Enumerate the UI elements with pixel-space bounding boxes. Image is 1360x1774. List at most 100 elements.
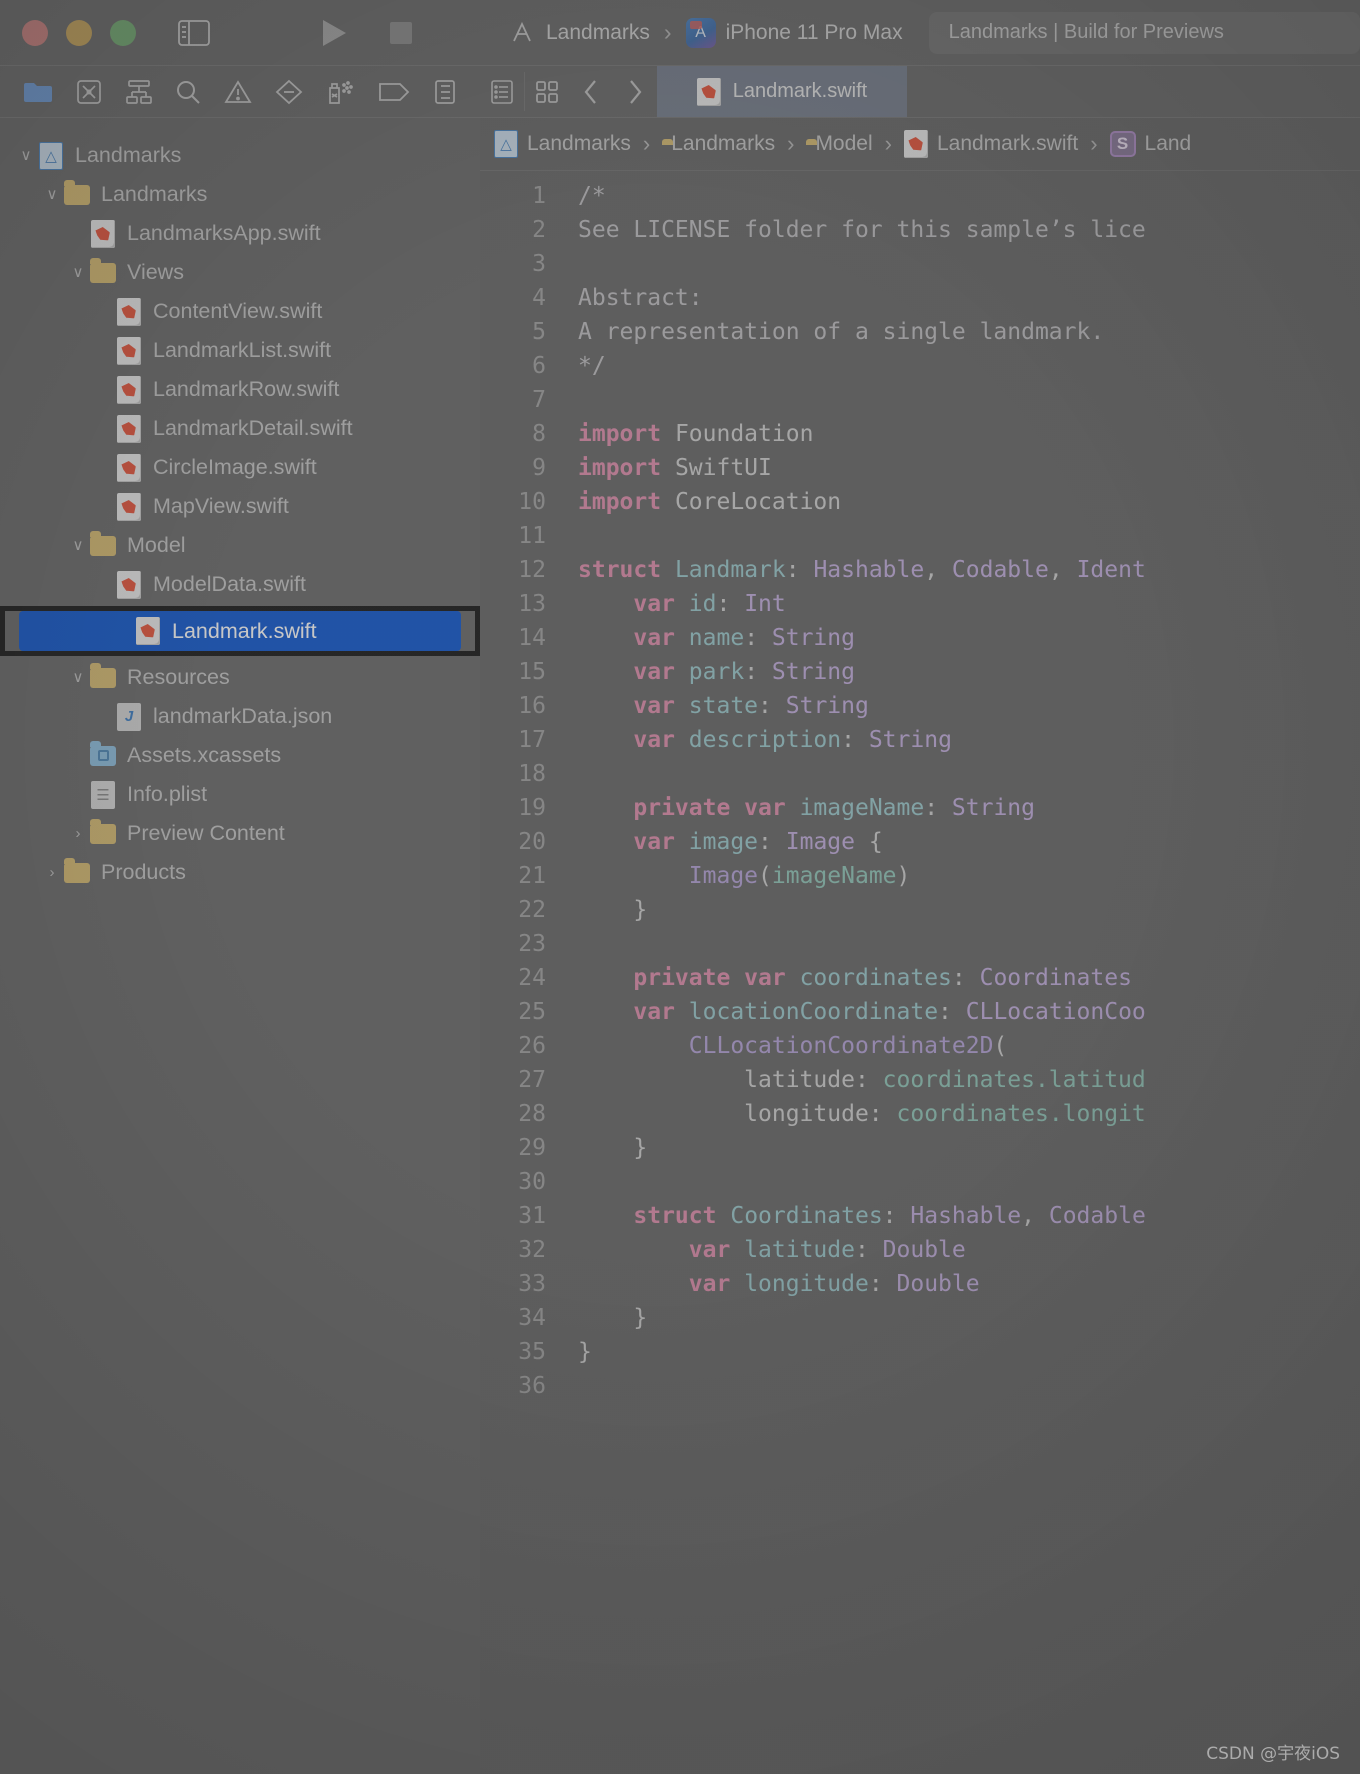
line-number: 8 [532, 421, 546, 447]
line-number: 31 [518, 1203, 546, 1229]
code-token: longitude: [578, 1101, 897, 1127]
breadcrumb-item[interactable]: △ Landmarks [494, 130, 631, 158]
scheme-name[interactable]: Landmarks [546, 21, 650, 45]
project-navigator[interactable]: ∨ △ Landmarks ∨ Landmarks LandmarksApp.swift ∨… [0, 118, 480, 1774]
disclosure-triangle-icon[interactable]: › [40, 865, 64, 880]
code-token: longitude [744, 1271, 869, 1297]
window-controls[interactable] [22, 19, 136, 46]
line-number: 36 [518, 1373, 546, 1399]
code-token: : [785, 557, 814, 583]
navigator-row-label: Landmarks [75, 143, 182, 167]
navigator-row[interactable]: › Products [0, 853, 480, 892]
navigator-row-selected[interactable]: Landmark.swift [19, 611, 461, 651]
stop-square-icon[interactable] [388, 20, 414, 46]
zoom-window-button[interactable] [110, 19, 136, 46]
issue-navigator-icon[interactable] [224, 79, 252, 105]
line-number: 28 [518, 1101, 546, 1127]
jump-bar-list-icon[interactable] [480, 66, 524, 117]
breadcrumb-item[interactable]: Landmarks [662, 132, 775, 156]
breadcrumb-item-label: Land [1144, 132, 1192, 155]
disclosure-triangle-icon[interactable]: ∨ [40, 187, 64, 202]
navigator-row[interactable]: ∨ △ Landmarks [0, 136, 480, 175]
navigator-row[interactable]: MapView.swift [0, 487, 480, 526]
code-line: A representation of a single landmark. [578, 315, 1360, 349]
scheme-separator-icon: › [663, 19, 672, 45]
assets-catalog-icon [90, 740, 116, 770]
navigator-row[interactable]: JlandmarkData.json [0, 697, 480, 736]
navigator-row-label: Info.plist [127, 782, 208, 806]
disclosure-triangle-icon[interactable]: ∨ [14, 148, 38, 163]
navigator-row[interactable]: LandmarkDetail.swift [0, 409, 480, 448]
breadcrumb-item[interactable]: S Land [1109, 131, 1192, 157]
disclosure-triangle-icon[interactable]: ∨ [66, 670, 90, 685]
line-number: 22 [518, 897, 546, 923]
code-token: locationCoordinate [688, 999, 939, 1025]
folder-icon [90, 662, 116, 692]
disclosure-triangle-icon[interactable]: › [66, 826, 90, 841]
code-text[interactable]: /* See LICENSE folder for this sample’s l… [560, 179, 1360, 1774]
debug-navigator-icon[interactable] [325, 79, 355, 105]
source-editor[interactable]: 1 2 3 4 5 6 7 8 9 10 11 12 13 14 15 16 17 18 19 20 21 22 23 24 2… [480, 171, 1360, 1774]
code-line: } [578, 1301, 1360, 1335]
editor-options-icon[interactable] [525, 66, 569, 117]
code-token: Int [744, 591, 786, 617]
test-navigator-icon[interactable] [275, 79, 303, 105]
navigator-row[interactable]: LandmarkRow.swift [0, 370, 480, 409]
symbol-navigator-icon[interactable] [125, 79, 153, 105]
project-navigator-icon[interactable] [23, 80, 53, 104]
code-line: import SwiftUI [578, 451, 1360, 485]
navigator-row-label: LandmarksApp.swift [127, 221, 321, 245]
navigator-row[interactable]: ∨ Views [0, 253, 480, 292]
close-window-button[interactable] [22, 19, 48, 46]
sidebar-toggle-icon[interactable] [178, 19, 210, 46]
navigate-forward-icon[interactable] [613, 66, 657, 117]
scheme-destination-selector[interactable]: Landmarks › A iPhone 11 Pro Max [508, 17, 903, 48]
breadcrumb-item[interactable]: Landmark.swift [903, 130, 1078, 158]
run-play-icon[interactable] [320, 18, 348, 48]
report-navigator-icon[interactable] [433, 79, 457, 105]
navigator-row-label: CircleImage.swift [153, 455, 317, 479]
disclosure-triangle-icon[interactable]: ∨ [66, 265, 90, 280]
code-token: var [633, 591, 675, 617]
navigator-row[interactable]: LandmarksApp.swift [0, 214, 480, 253]
find-navigator-icon[interactable] [175, 79, 201, 105]
code-token: , [924, 557, 952, 583]
navigator-row[interactable]: Assets.xcassets [0, 736, 480, 775]
code-token: : [744, 659, 772, 685]
navigate-back-icon[interactable] [569, 66, 613, 117]
line-number: 15 [518, 659, 546, 685]
navigator-row[interactable]: CircleImage.swift [0, 448, 480, 487]
navigator-row[interactable]: LandmarkList.swift [0, 331, 480, 370]
breadcrumb[interactable]: △ Landmarks › Landmarks › Model › Landmark.swif… [480, 118, 1360, 171]
status-text: Landmarks | Build for Previews [948, 21, 1224, 43]
navigator-row[interactable]: ∨ Resources [0, 658, 480, 697]
titlebar-left [0, 0, 480, 66]
titlebar: Landmarks › A iPhone 11 Pro Max Landmark… [0, 0, 1360, 66]
navigator-row[interactable]: ∨ Model [0, 526, 480, 565]
breadcrumb-item[interactable]: Model [806, 132, 872, 156]
navigator-row[interactable]: › Preview Content [0, 814, 480, 853]
disclosure-triangle-icon[interactable]: ∨ [66, 538, 90, 553]
line-number: 30 [518, 1169, 546, 1195]
code-token: var [633, 659, 675, 685]
destination-name[interactable]: iPhone 11 Pro Max [726, 21, 903, 45]
line-number: 24 [518, 965, 546, 991]
minimize-window-button[interactable] [66, 19, 92, 46]
navigator-row[interactable]: ☰ Info.plist [0, 775, 480, 814]
navigator-row[interactable]: ∨ Landmarks [0, 175, 480, 214]
code-token: var [633, 727, 675, 753]
swift-file-icon [116, 492, 142, 521]
navigator-row[interactable]: ModelData.swift [0, 565, 480, 604]
code-token: Foundation [661, 421, 814, 447]
breakpoint-navigator-icon[interactable] [378, 80, 410, 104]
code-token: Coordinates [979, 965, 1132, 991]
source-control-navigator-icon[interactable] [76, 79, 102, 105]
tab-landmark-swift[interactable]: Landmark.swift [657, 66, 907, 117]
navigator-row[interactable]: ContentView.swift [0, 292, 480, 331]
code-line: private var imageName: String [578, 791, 1360, 825]
line-number: 20 [518, 829, 546, 855]
